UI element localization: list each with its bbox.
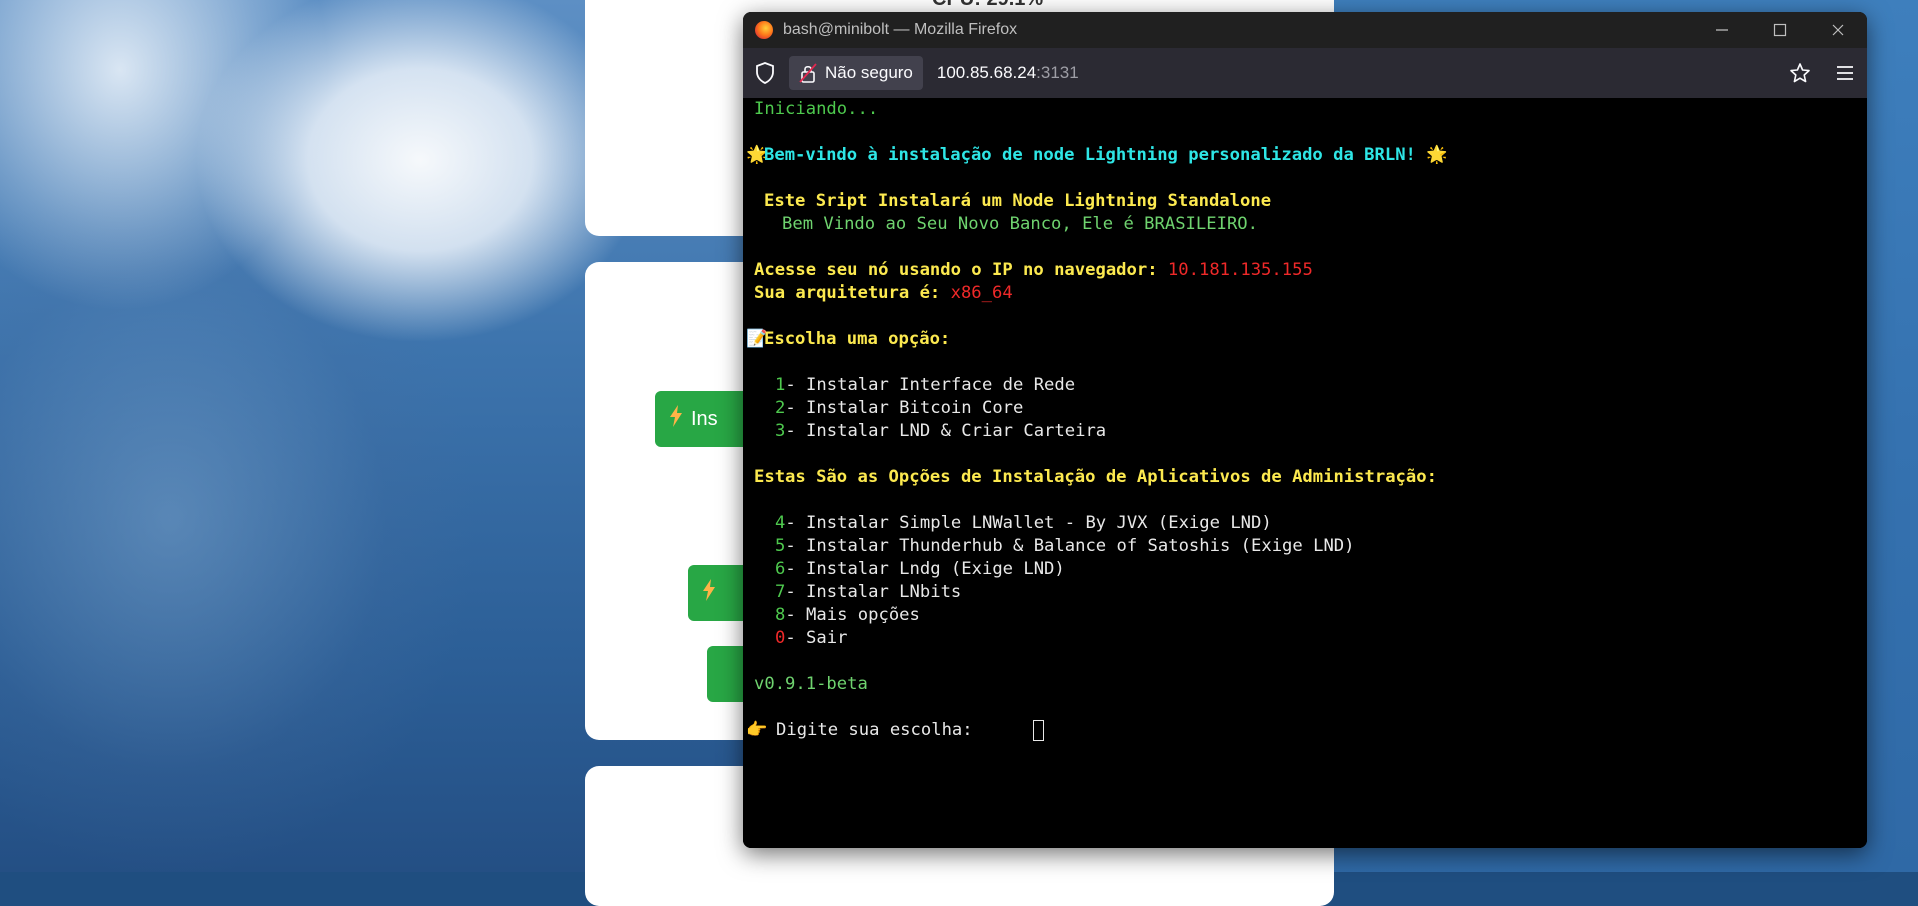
option-number: 5 [775,536,786,556]
option-text: - Instalar Thunderhub & Balance of Satos… [785,536,1355,556]
lightning-icon: ⚡ [746,191,757,211]
ip-label: Acesse seu nó usando o IP no navegador: [754,260,1168,280]
menu-option: 2- Instalar Bitcoin Core [775,397,1023,420]
menu-option: 8- Mais opções [775,604,920,627]
terminal-view[interactable]: Iniciando... 🌟Bem-vindo à instalação de … [743,98,1867,848]
option-text: - Instalar LNbits [785,582,962,602]
menu-option: 0- Sair [775,627,847,650]
menu-option: 1- Instalar Interface de Rede [775,374,1075,397]
bookmark-star-icon[interactable] [1789,62,1811,84]
ip-line: Acesse seu nó usando o IP no navegador: … [754,259,1313,282]
memo-icon: 📝 [746,329,768,349]
terminal-cursor[interactable] [1033,720,1044,741]
admin-header: Estas São as Opções de Instalação de Apl… [754,467,1437,487]
option-text: - Instalar Simple LNWallet - By JVX (Exi… [785,513,1272,533]
insecure-lock-icon [799,63,817,83]
url-port: :3131 [1036,63,1079,82]
security-label: Não seguro [825,63,913,82]
version-text: v0.9.1-beta [754,674,868,694]
maximize-button[interactable] [1751,12,1809,48]
url-bar[interactable]: 100.85.68.24:3131 [937,63,1079,83]
option-text: - Instalar Bitcoin Core [785,398,1024,418]
option-text: - Sair [785,628,848,648]
option-number: 1 [775,375,786,395]
arch-label: Sua arquitetura é: [754,283,951,303]
option-number: 4 [775,513,786,533]
prompt-text: Digite sua escolha: [776,720,973,740]
install-button-1-label: Ins [691,407,718,430]
option-text: - Instalar Lndg (Exige LND) [785,559,1065,579]
script-text: Este Sript Instalará um Node Lightning S… [764,191,1272,211]
title-bar[interactable]: bash@minibolt — Mozilla Firefox [743,12,1867,48]
tracking-protection-shield-icon[interactable] [755,62,775,84]
menu-option: 6- Instalar Lndg (Exige LND) [775,558,1065,581]
ip-value: 10.181.135.155 [1167,260,1313,280]
minimize-button[interactable] [1693,12,1751,48]
lightning-icon [703,579,715,601]
status-line: Iniciando... [754,99,879,119]
tools-icon: 🛠 [764,214,786,234]
arch-line: Sua arquitetura é: x86_64 [754,282,1013,305]
welcome-text: Bem-vindo à instalação de node Lightning… [764,145,1416,165]
window-controls [1693,12,1867,48]
menu-option: 3- Instalar LND & Criar Carteira [775,420,1106,443]
choose-line: 📝Escolha uma opção: [746,328,950,351]
close-icon [1832,24,1844,36]
menu-option: 5- Instalar Thunderhub & Balance of Sato… [775,535,1355,558]
sun-icon: 🌟 [746,145,768,165]
cpu-usage-text: CPU: 29.1% [932,0,1043,11]
option-number: 3 [775,421,786,441]
firefox-logo-icon [755,21,773,39]
close-button[interactable] [1809,12,1867,48]
minimize-icon [1716,29,1728,31]
option-number: 2 [775,398,786,418]
choose-label: Escolha uma opção: [764,329,951,349]
lightning-icon [670,405,682,427]
navigation-bar: Não seguro 100.85.68.24:3131 [743,48,1867,98]
option-number: 6 [775,559,786,579]
pointing-hand-icon: 👉 [746,720,768,740]
sun-icon: 🌟 [1426,145,1448,165]
option-text: - Instalar Interface de Rede [785,375,1076,395]
navbar-actions [1789,48,1855,98]
window-title: bash@minibolt — Mozilla Firefox [783,21,1018,38]
menu-option: 7- Instalar LNbits [775,581,961,604]
option-number: 0 [775,628,786,648]
hamburger-menu-icon[interactable] [1835,64,1855,82]
menu-option: 4- Instalar Simple LNWallet - By JVX (Ex… [775,512,1272,535]
bank-text: Bem Vindo ao Seu Novo Banco, Ele é BRASI… [782,214,1258,234]
option-number: 7 [775,582,786,602]
site-security-indicator[interactable]: Não seguro [789,56,923,90]
maximize-icon [1773,23,1787,37]
firefox-window[interactable]: bash@minibolt — Mozilla Firefox Não segu… [743,12,1867,848]
welcome-line: 🌟Bem-vindo à instalação de node Lightnin… [746,144,1448,167]
option-number: 8 [775,605,786,625]
url-host: 100.85.68.24 [936,63,1037,82]
option-text: - Mais opções [785,605,920,625]
option-text: - Instalar LND & Criar Carteira [785,421,1107,441]
bank-line: 🛠Bem Vindo ao Seu Novo Banco, Ele é BRAS… [764,213,1258,236]
arch-value: x86_64 [950,283,1013,303]
script-line: ⚡ Este Sript Instalará um Node Lightning … [746,190,1271,213]
prompt-line: 👉 Digite sua escolha: [746,719,973,742]
